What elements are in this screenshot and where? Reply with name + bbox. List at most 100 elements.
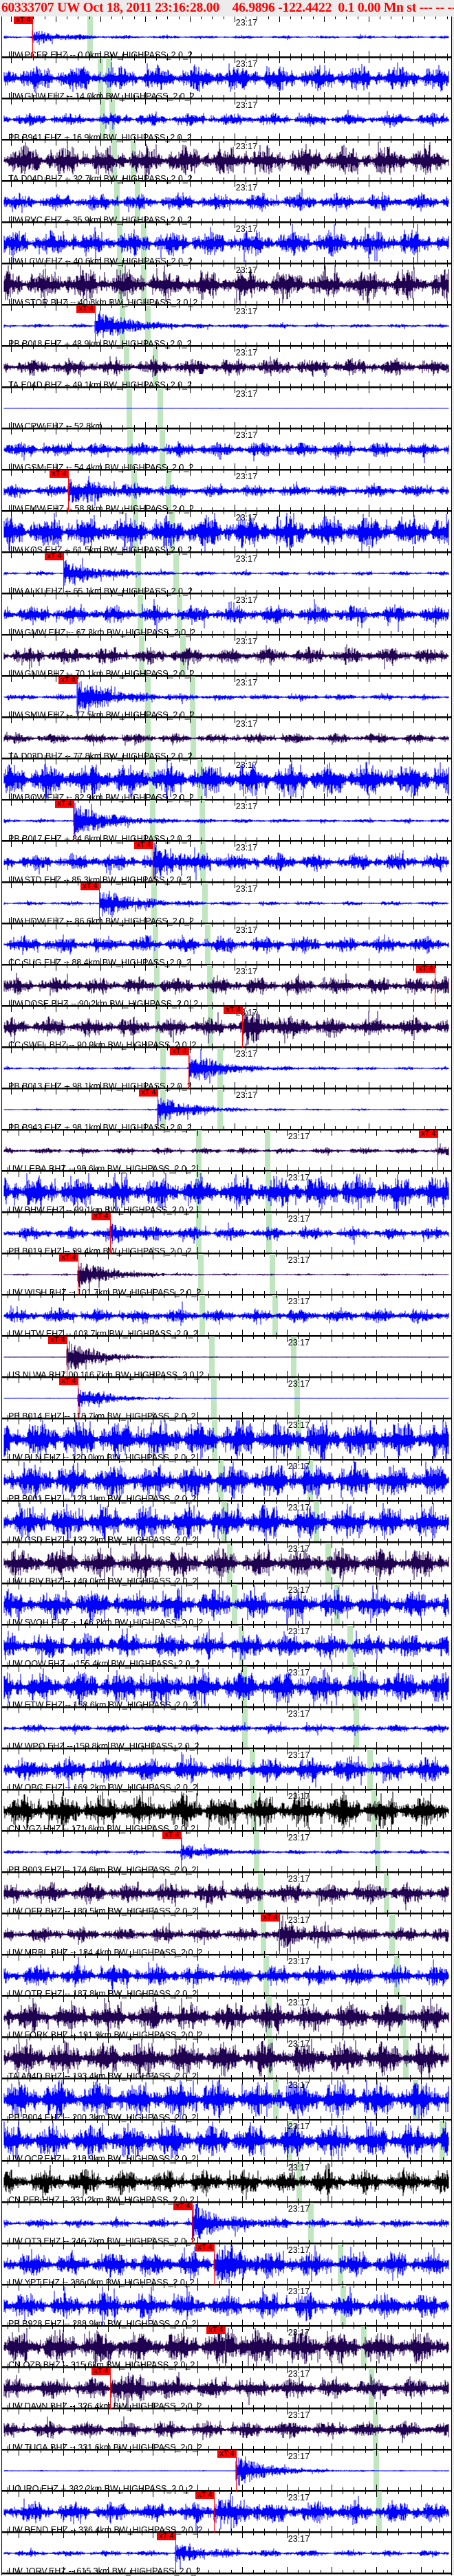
- pick-marker-label[interactable]: xT 4: [195, 2244, 215, 2252]
- pick-marker-label[interactable]: xT 4: [14, 16, 33, 24]
- trace-row: 23:17 UW.JORV.EHZ -- 615.3km BW_HIGHPASS_…: [0, 2533, 454, 2576]
- channel-label: UW.DOSE.BHZ -- 90.2km BW_HIGHPASS_2.0_2: [8, 999, 199, 1009]
- time-label: 23:17: [235, 18, 258, 27]
- waveform-line: [3, 1097, 449, 1126]
- time-label: 23:17: [288, 2122, 310, 2131]
- channel-label: UW.OCP.EHZ -- 218.9km BW_HIGHPASS_2.0_2: [8, 2154, 197, 2164]
- pick-marker-label[interactable]: xT 4: [76, 305, 96, 313]
- trace-row: 23:17 UW.MRBL.BHZ -- 184.4km BW_HIGHPASS_…: [0, 1914, 454, 1957]
- waveform-line: [3, 2543, 449, 2569]
- time-label: 23:17: [288, 2493, 310, 2502]
- time-label: 23:17: [235, 142, 258, 151]
- trace-row: 23:17 CC.SWFL.BHZ -- 90.9km BW_HIGHPASS_2…: [0, 1006, 454, 1050]
- channel-label: UW.LEBA.BHZ -- 98.6km BW_HIGHPASS_2.0_2: [8, 1164, 196, 1174]
- channel-label: UW.ETW.EHZ -- 158.6km BW_HIGHPASS_2.0_2: [8, 1700, 197, 1710]
- pick-marker-label[interactable]: xT 4: [419, 1130, 438, 1138]
- time-label: 23:17: [288, 1709, 310, 1719]
- channel-label: UW.LRIV.BHZ -- 140.0km BW_HIGHPASS_2.0_2: [8, 1576, 197, 1586]
- frame-left-border: [1, 16, 2, 2575]
- waveform-line: [3, 1837, 449, 1860]
- time-label: 23:17: [288, 1338, 310, 1347]
- time-label: 23:17: [235, 389, 258, 399]
- trace-row: 23:17 UW.HTW.EHZ -- 103.7km BW_HIGHPASS_2…: [0, 1295, 454, 1339]
- waveform-line: [3, 1721, 449, 1736]
- waveform-line: [3, 934, 449, 955]
- pick-marker-label[interactable]: xT 4: [50, 470, 69, 478]
- pick-marker-label[interactable]: xT 4: [173, 2203, 193, 2210]
- pick-marker-label[interactable]: xT 4: [58, 676, 78, 684]
- time-label: 23:17: [235, 100, 258, 110]
- time-label: 23:17: [235, 843, 258, 852]
- pick-marker-label[interactable]: xT 4: [91, 2368, 111, 2375]
- pick-marker-label[interactable]: xT 4: [55, 800, 74, 808]
- trace-row: 23:17 UW.ETW.EHZ -- 158.6km BW_HIGHPASS_2…: [0, 1666, 454, 1710]
- channel-label: PB.B928.EHZ -- 288.9km BW_HIGHPASS_2.0_2: [8, 2319, 197, 2329]
- pick-marker-label[interactable]: xT 4: [162, 1831, 182, 1839]
- trace-row: 23:17 UW.OTR.EHZ -- 187.8km BW_HIGHPASS_2…: [0, 1955, 454, 1999]
- channel-label: UW.MRBL.BHZ -- 184.4km BW_HIGHPASS_2.0_2: [8, 1948, 203, 1957]
- channel-label: UW.WISH.BHZ -- 101.7km BW_HIGHPASS_2.0_2: [8, 1288, 202, 1297]
- time-label: 23:17: [288, 1173, 310, 1182]
- pick-marker-label[interactable]: xT 4: [59, 1254, 78, 1262]
- trace-row: 23:17 UW.OT3.EHZ -- 246.7km BW_HIGHPASS_2…: [0, 2203, 454, 2246]
- trace-row: 23:17 TA.D04D.BHZ -- 32.7km BW_HIGHPASS_2…: [0, 140, 454, 184]
- trace-row: 23:17 PB.B017.EHZ -- 84.6km BW_HIGHPASS_2…: [0, 800, 454, 844]
- channel-label: TA.A04D.BHZ -- 193.4km BW_HIGHPASS_2.0_2: [8, 2071, 197, 2081]
- pick-marker-label[interactable]: xT 4: [206, 2326, 226, 2334]
- channel-label: UW.YPT.EHZ -- 286.0km BW_HIGHPASS_2.0_2: [8, 2278, 195, 2287]
- trace-row: 23:17 UW.DOSE.BHZ -- 90.2km BW_HIGHPASS_2…: [0, 965, 454, 1009]
- channel-label: UW.HTW.EHZ -- 103.7km BW_HIGHPASS_2.0_2: [8, 1329, 198, 1339]
- event-title: 60333707 UW Oct 18, 2011 23:16:28.00 46.…: [1, 1, 454, 15]
- trace-row: 23:17 TA.A04D.BHZ -- 193.4km BW_HIGHPASS_…: [0, 2038, 454, 2081]
- time-label: 23:17: [235, 430, 258, 440]
- pick-marker-label[interactable]: xT 4: [157, 2533, 176, 2540]
- pick-marker-label[interactable]: xT 4: [91, 1213, 111, 1220]
- pick-marker-label[interactable]: xT 4: [416, 965, 435, 973]
- trace-row: 23:17 UW.OCP.EHZ -- 218.9km BW_HIGHPASS_2…: [0, 2120, 454, 2164]
- channel-label: PB.B001.EHZ -- 128.1km BW_HIGHPASS_2.0_2: [8, 1494, 197, 1504]
- pick-marker-label[interactable]: xT 4: [48, 1336, 67, 1344]
- trace-row: 23:17 UW.YPT.EHZ -- 286.0km BW_HIGHPASS_2…: [0, 2244, 454, 2287]
- channel-label: UW.SMW.EHZ -- 77.5km BW_HIGHPASS_2.0_2: [8, 710, 195, 720]
- time-label: 23:17: [288, 1503, 310, 1512]
- channel-label: CC.SWFL.BHZ -- 90.9km BW_HIGHPASS_2.0_2: [8, 1040, 197, 1050]
- trace-row: 23:17 TA.E04D.BHZ -- 49.1km BW_HIGHPASS_2…: [0, 346, 454, 390]
- time-label: 23:17: [288, 1585, 310, 1595]
- pick-marker-label[interactable]: xT 4: [261, 1914, 280, 1922]
- waveform-line: [3, 109, 449, 130]
- pick-marker-label[interactable]: xT 4: [80, 883, 100, 890]
- pick-marker-label[interactable]: xT 4: [224, 1006, 243, 1014]
- channel-label: TA.E04D.BHZ -- 49.1km BW_HIGHPASS_2.0_2: [8, 380, 192, 390]
- waveform-line: [3, 731, 449, 747]
- trace-row: 23:17 UW.LRIV.BHZ -- 140.0km BW_HIGHPASS_…: [0, 1543, 454, 1586]
- waveform-line: [3, 311, 449, 338]
- pick-marker-label[interactable]: xT 4: [139, 1089, 158, 1097]
- channel-label: UW.FMW.EHZ -- 58.8km BW_HIGHPASS_2.0_2: [8, 504, 194, 514]
- channel-label: UW.FORK.BHZ -- 191.9km BW_HIGHPASS_2.0_2: [8, 2030, 203, 2040]
- pick-marker-label[interactable]: xT 4: [217, 2450, 237, 2458]
- pick-marker-label[interactable]: xT 4: [59, 1378, 78, 1385]
- trace-row: 23:17 UW.STOR.BHZ -- 40.8km BW_HIGHPASS_2…: [0, 264, 454, 307]
- channel-label: PB.B013.EHZ -- 98.1km BW_HIGHPASS_2.0_2: [8, 1081, 192, 1091]
- channel-label: PB.B014.EHZ -- 118.7km BW_HIGHPASS_2.0_2: [8, 1411, 196, 1421]
- trace-row: 23:17 PB.B019.EHZ -- 99.4km BW_HIGHPASS_2…: [0, 1213, 454, 1256]
- time-label: 23:17: [288, 2163, 310, 2172]
- waveform-line: [3, 1915, 449, 1952]
- trace-row: 23:17 PB.B943.EHZ -- 98.1km BW_HIGHPASS_2…: [0, 1089, 454, 1132]
- pick-marker-label[interactable]: xT 4: [45, 553, 64, 560]
- trace-row: 23:17 UW.HDW.EHZ -- 86.6km BW_HIGHPASS_2.…: [0, 883, 454, 926]
- waveform-line: [3, 599, 449, 632]
- trace-row: 23:17 UW.WPO.EHZ -- 159.8km BW_HIGHPASS_2…: [0, 1708, 454, 1751]
- waveform-line: [3, 476, 449, 506]
- time-label: 23:17: [235, 183, 258, 192]
- channel-label: PB.B019.EHZ -- 99.4km BW_HIGHPASS_2.0_2: [8, 1246, 192, 1256]
- pick-marker-label[interactable]: xT 4: [195, 2491, 215, 2499]
- trace-row: 23:17 UW.CSD.EHZ -- 132.2km BW_HIGHPASS_2…: [0, 1501, 454, 1545]
- trace-row: 23:17 CC.SUG.EHZ -- 88.4km BW_HIGHPASS_2.…: [0, 924, 454, 967]
- pick-marker-label[interactable]: xT 4: [170, 1048, 189, 1055]
- pick-marker-label[interactable]: xT 4: [134, 841, 153, 849]
- time-label: 23:17: [288, 2287, 310, 2296]
- time-label: 23:17: [288, 2369, 310, 2379]
- trace-row: 23:17 CN.PFB.HHZ -- 231.2km BW_HIGHPASS_2…: [0, 2161, 454, 2205]
- time-label: 23:17: [288, 2204, 310, 2214]
